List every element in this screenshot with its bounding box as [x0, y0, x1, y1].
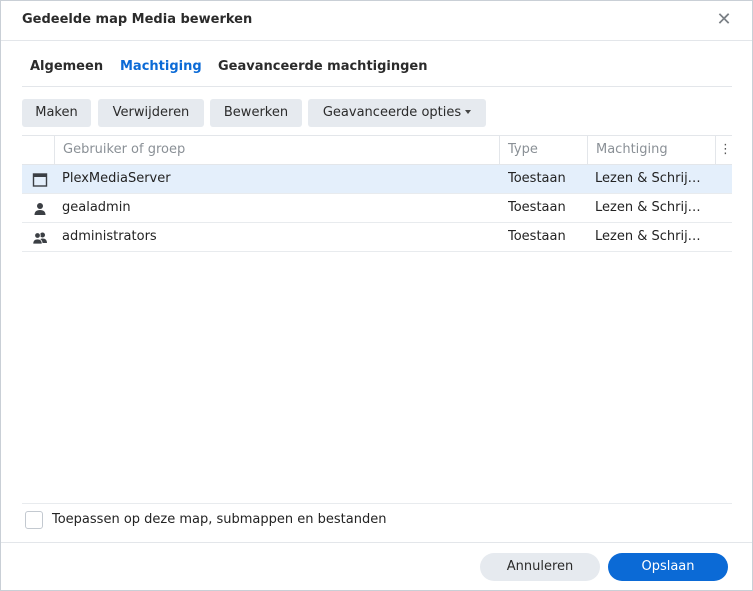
save-button[interactable]: Opslaan [608, 553, 728, 581]
delete-button[interactable]: Verwijderen [98, 99, 204, 127]
group-icon [32, 232, 47, 245]
user-icon [34, 203, 46, 215]
tab-general[interactable]: Algemeen [30, 59, 103, 74]
table-row[interactable]: administrators Toestaan Lezen & Schrij… [22, 223, 732, 252]
divider [22, 503, 732, 504]
caret-down-icon [465, 109, 472, 114]
cancel-button[interactable]: Annuleren [480, 553, 600, 581]
tab-permission[interactable]: Machtiging [120, 59, 202, 74]
dialog-title: Gedeelde map Media bewerken [22, 12, 253, 27]
row-type: Toestaan [508, 171, 566, 186]
column-divider[interactable] [587, 136, 588, 164]
row-permission: Lezen & Schrij… [595, 171, 701, 186]
row-permission: Lezen & Schrij… [595, 229, 701, 244]
table-row[interactable]: PlexMediaServer Toestaan Lezen & Schrij… [22, 165, 732, 194]
advanced-options-dropdown[interactable]: Geavanceerde opties [308, 99, 486, 127]
row-user-name: PlexMediaServer [62, 171, 171, 186]
row-user-name: administrators [62, 229, 157, 244]
dialog-titlebar: Gedeelde map Media bewerken ✕ [1, 1, 752, 41]
column-divider[interactable] [54, 136, 55, 164]
advanced-options-label: Geavanceerde opties [322, 105, 462, 120]
grid-header: Gebruiker of groep Type Machtiging ⋮ [22, 135, 732, 165]
edit-button[interactable]: Bewerken [210, 99, 302, 127]
row-type: Toestaan [508, 200, 566, 215]
column-header-user[interactable]: Gebruiker of groep [63, 136, 185, 164]
row-user-name: gealadmin [62, 200, 131, 215]
tab-bar: Algemeen Machtiging Geavanceerde machtig… [22, 51, 732, 87]
create-button[interactable]: Maken [22, 99, 91, 127]
apply-to-subfolders-label[interactable]: Toepassen op deze map, submappen en best… [52, 512, 386, 527]
column-header-permission[interactable]: Machtiging [596, 136, 668, 164]
table-row[interactable]: gealadmin Toestaan Lezen & Schrij… [22, 194, 732, 223]
tab-advanced-permissions[interactable]: Geavanceerde machtigingen [218, 59, 428, 74]
edit-shared-folder-dialog: Gedeelde map Media bewerken ✕ Algemeen M… [0, 0, 753, 591]
column-menu-icon[interactable]: ⋮ [719, 136, 732, 164]
divider [1, 542, 752, 543]
row-type: Toestaan [508, 229, 566, 244]
column-header-type[interactable]: Type [508, 136, 538, 164]
row-permission: Lezen & Schrij… [595, 200, 701, 215]
column-divider[interactable] [715, 136, 716, 164]
application-icon [32, 173, 48, 187]
apply-to-subfolders-checkbox[interactable] [25, 511, 43, 529]
close-icon[interactable]: ✕ [714, 10, 734, 30]
column-divider[interactable] [499, 136, 500, 164]
